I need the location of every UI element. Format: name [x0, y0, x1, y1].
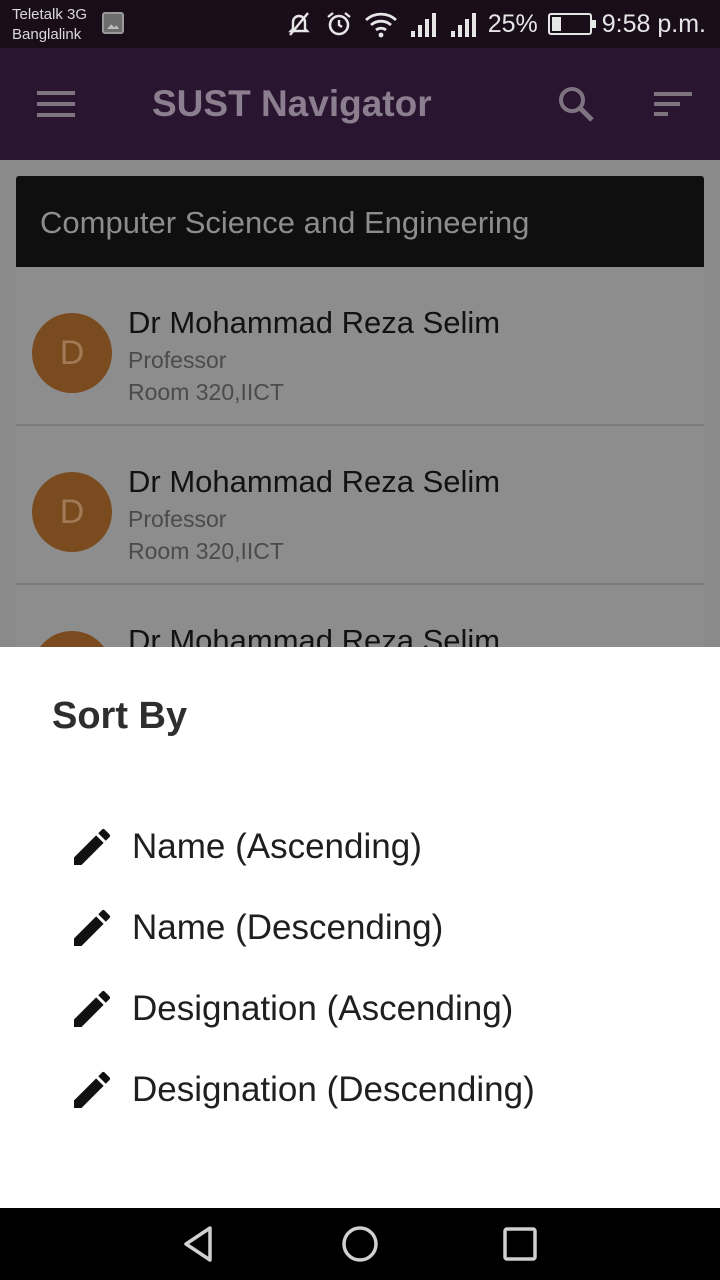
sort-option-designation-desc[interactable]: Designation (Descending)	[68, 1062, 668, 1118]
sheet-title: Sort By	[52, 695, 188, 737]
sort-bottom-sheet: Sort By Name (Ascending) Name (Descendin…	[0, 647, 720, 1208]
recents-icon[interactable]	[496, 1220, 544, 1268]
sort-option-label: Name (Ascending)	[132, 827, 422, 866]
mute-icon	[287, 12, 310, 36]
battery-percent: 25%	[487, 9, 538, 38]
department-header: Computer Science and Engineering	[16, 176, 704, 267]
battery-icon	[547, 13, 596, 35]
home-icon[interactable]	[336, 1220, 384, 1268]
signal-icon	[410, 13, 436, 37]
status-icons: 25% 9:58 p.m.	[284, 8, 706, 40]
person-designation: Professor	[128, 506, 227, 532]
image-notification-icon	[102, 12, 124, 34]
sort-option-name-desc[interactable]: Name (Descending)	[68, 900, 668, 956]
person-room: Room 320,IICT	[128, 538, 284, 564]
sort-option-label: Designation (Ascending)	[132, 989, 514, 1028]
system-nav-bar	[0, 1208, 720, 1280]
signal-icon	[450, 13, 476, 37]
list-item[interactable]: D Dr Mohammad Reza Selim	[16, 585, 704, 656]
app-bar: SUST Navigator	[0, 48, 720, 160]
wifi-icon	[364, 12, 397, 38]
pencil-icon	[74, 828, 111, 865]
person-room: Room 320,IICT	[128, 379, 284, 405]
person-name: Dr Mohammad Reza Selim	[128, 464, 501, 499]
app-title: SUST Navigator	[152, 83, 432, 124]
carrier-1: Teletalk 3G	[12, 6, 88, 23]
clock: 9:58 p.m.	[601, 9, 706, 38]
sort-option-label: Name (Descending)	[132, 908, 444, 947]
search-icon[interactable]	[552, 80, 600, 128]
list-item[interactable]: D Dr Mohammad Reza Selim Professor Room …	[16, 426, 704, 585]
person-name: Dr Mohammad Reza Selim	[128, 305, 501, 340]
pencil-icon	[74, 909, 111, 946]
avatar: D	[32, 313, 112, 393]
menu-icon[interactable]	[28, 80, 84, 128]
sort-icon[interactable]	[646, 80, 698, 128]
pencil-icon	[74, 990, 111, 1027]
sort-option-label: Designation (Descending)	[132, 1070, 535, 1109]
person-designation: Professor	[128, 347, 227, 373]
status-bar: Teletalk 3G Banglalink 25% 9:58 p.m.	[0, 0, 720, 48]
sort-option-designation-asc[interactable]: Designation (Ascending)	[68, 981, 668, 1037]
list-item[interactable]: D Dr Mohammad Reza Selim Professor Room …	[16, 267, 704, 426]
carrier-2: Banglalink	[12, 26, 82, 43]
back-icon[interactable]	[176, 1220, 224, 1268]
carrier-info: Teletalk 3G Banglalink	[12, 5, 87, 45]
alarm-icon	[326, 12, 351, 36]
sort-option-name-asc[interactable]: Name (Ascending)	[68, 819, 668, 875]
department-card: Computer Science and Engineering D Dr Mo…	[16, 176, 704, 656]
battery-fill	[551, 17, 561, 31]
avatar: D	[32, 472, 112, 552]
pencil-icon	[74, 1071, 111, 1108]
